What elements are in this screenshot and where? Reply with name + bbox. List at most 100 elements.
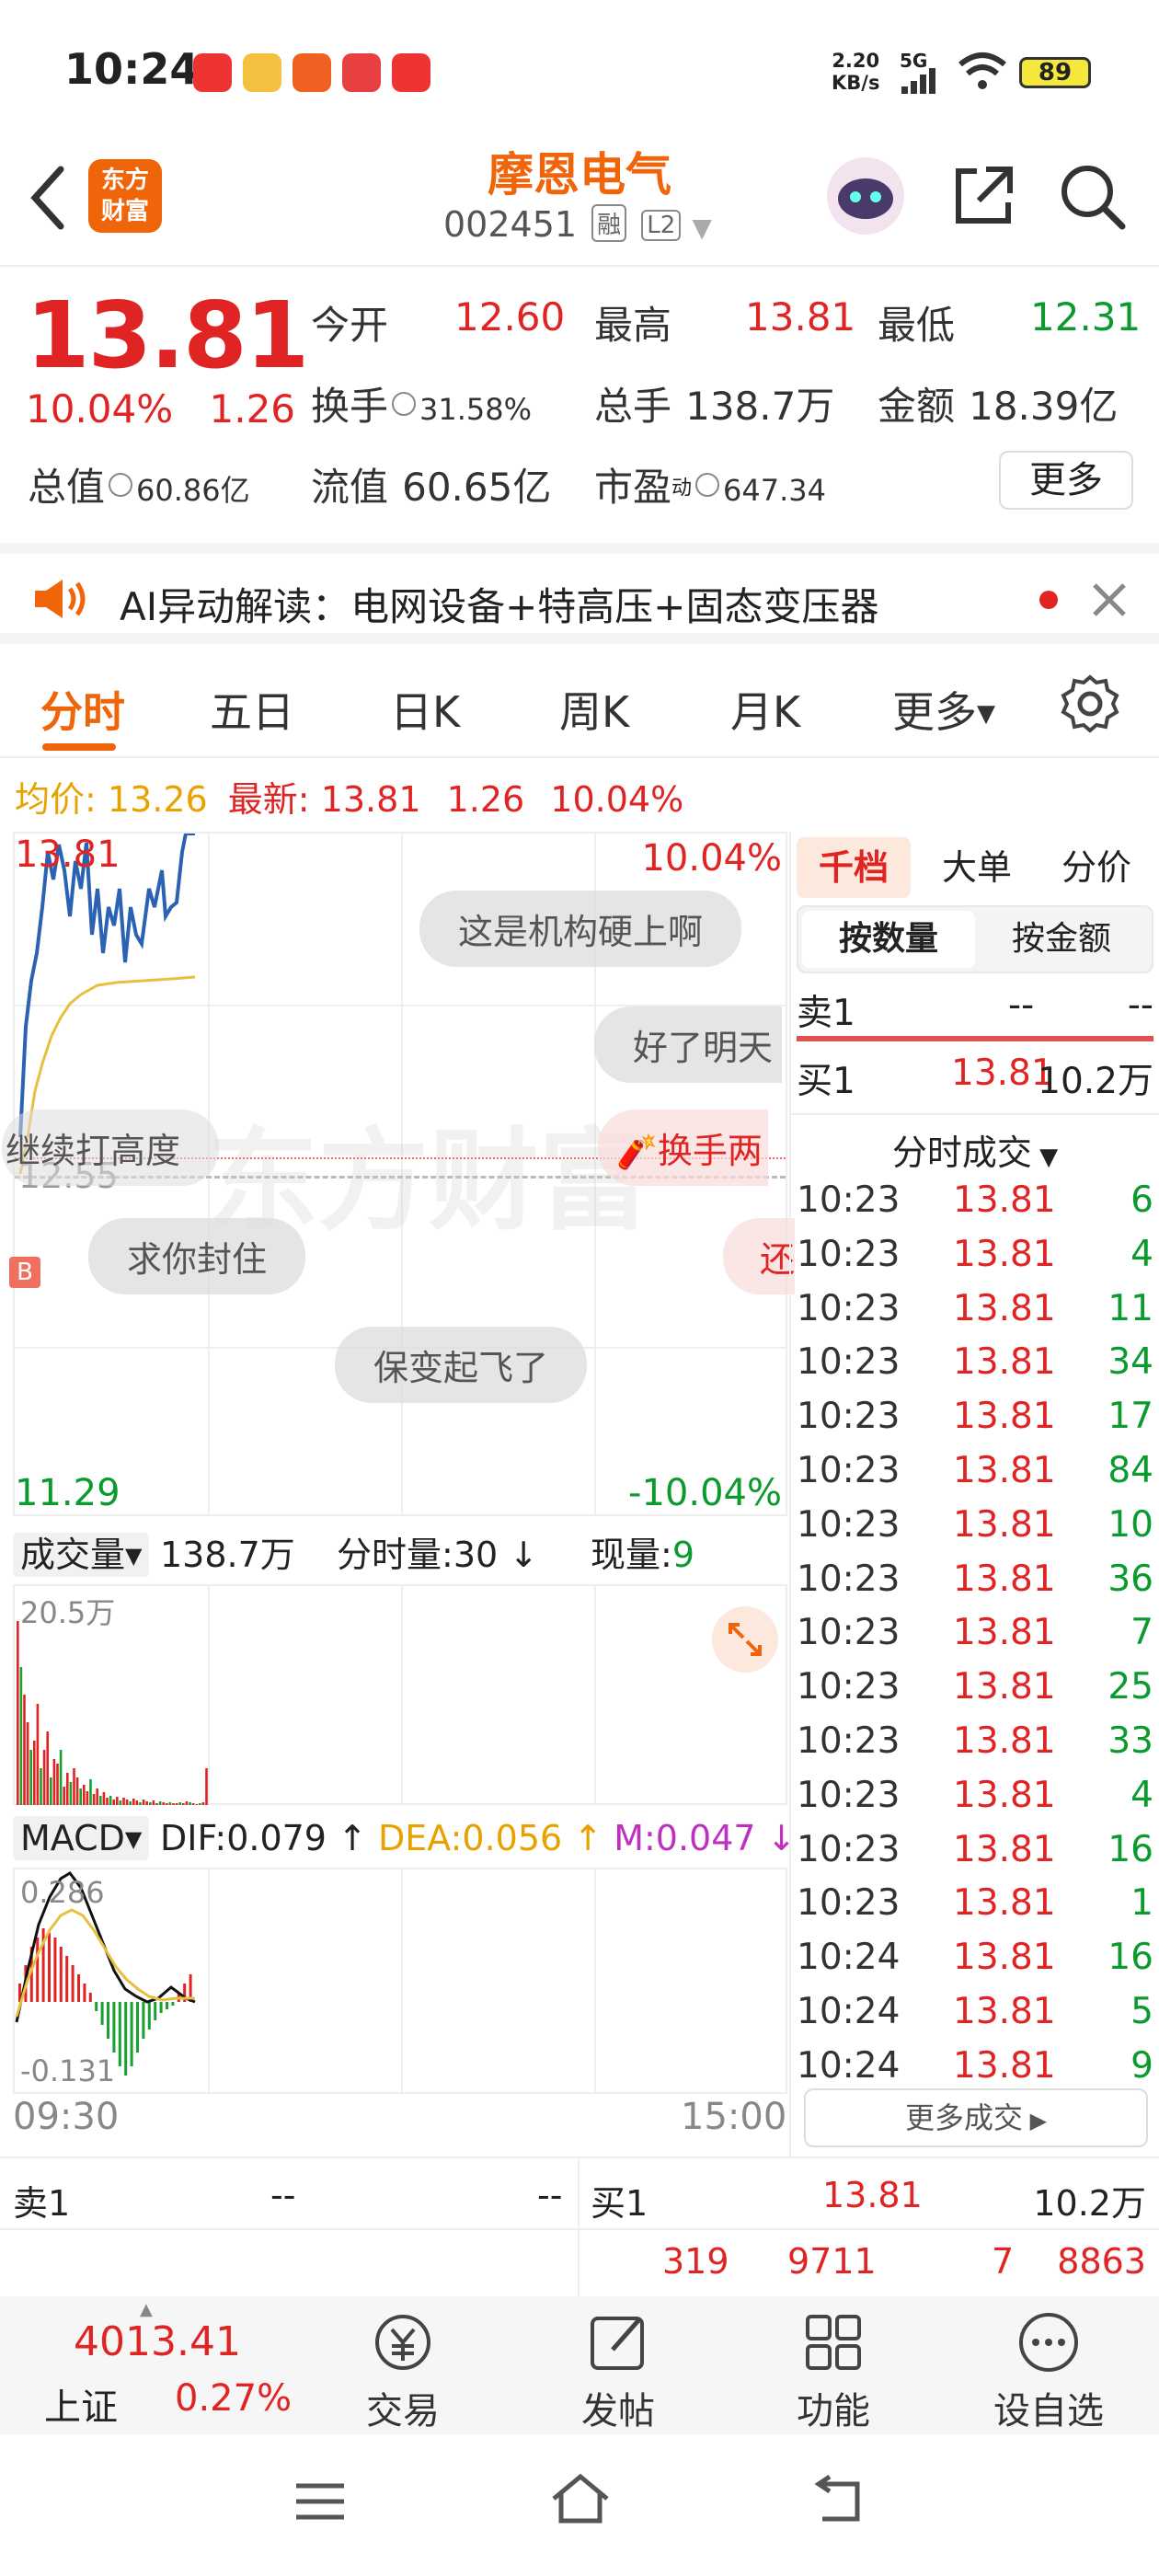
low-label: 最低 xyxy=(878,303,956,348)
tick-volume: 17 xyxy=(1107,1396,1153,1438)
tick-price: 13.81 xyxy=(953,1991,1056,2032)
order-book-panel: 千档 大单 分价 按数量 按金额 卖1 -- -- 买1 13.81 10.2万… xyxy=(789,832,1159,2156)
nav-post[interactable]: 发帖 xyxy=(526,2296,710,2434)
stock-code[interactable]: 002451 融 L2 ▼ xyxy=(443,204,712,245)
tick-time: 10:23 xyxy=(797,1503,901,1546)
float-cap-stat: 流值 60.65亿 xyxy=(311,465,552,510)
settings-gear-icon[interactable] xyxy=(1060,673,1120,734)
volume-bar xyxy=(149,1802,152,1805)
tab-five-day[interactable]: 五日 xyxy=(210,679,294,740)
tab-large-orders[interactable]: 大单 xyxy=(920,837,1034,898)
info-eye-icon xyxy=(392,392,417,416)
macd-indicator-select[interactable]: MACD▼ xyxy=(13,1816,150,1860)
volume-bar xyxy=(182,1803,185,1805)
tick-price: 13.81 xyxy=(953,1233,1056,1275)
volume-bar xyxy=(89,1779,92,1805)
tick-time: 10:23 xyxy=(797,1612,901,1654)
comment-bubble[interactable]: 继续打高度 xyxy=(2,1110,220,1186)
quote-panel: 13.81 10.04% 1.26 今开 12.60 最高 13.81 最低 1… xyxy=(0,269,1159,535)
tab-order-depth[interactable]: 千档 xyxy=(797,837,911,898)
search-icon[interactable] xyxy=(1058,162,1128,232)
tick-row: 10:23 13.81 7 xyxy=(797,1612,1153,1665)
info-eye-icon xyxy=(695,473,720,497)
tab-monthly-k[interactable]: 月K xyxy=(730,679,800,740)
tab-daily-k[interactable]: 日K xyxy=(390,679,460,740)
change-percent: 10.04% xyxy=(26,386,174,431)
volume-bar xyxy=(52,1759,56,1805)
net-speed: 2.20 KB/s xyxy=(832,50,880,94)
tab-weekly-k[interactable]: 周K xyxy=(559,679,629,740)
macd-min-label: -0.131 xyxy=(20,2053,116,2088)
nav-add-watchlist[interactable]: 设自选 xyxy=(957,2296,1141,2434)
stock-header: 东方 财富 摩恩电气 002451 融 L2 ▼ xyxy=(0,138,1159,267)
clock: 10:24 xyxy=(64,44,200,94)
wifi-icon xyxy=(958,52,1006,89)
comment-bubble[interactable]: 还 xyxy=(723,1218,796,1294)
tab-intraday[interactable]: 分时 xyxy=(40,679,125,740)
back-nav-icon[interactable] xyxy=(809,2475,865,2526)
macd-bar xyxy=(159,2002,163,2013)
caret-down-icon: ▼ xyxy=(1031,1144,1059,1171)
trade-yen-icon xyxy=(375,2315,430,2370)
comment-bubble[interactable]: 求你封住 xyxy=(88,1218,306,1294)
buy-marker[interactable]: B xyxy=(9,1257,40,1288)
volume-bar xyxy=(189,1802,191,1805)
pe-stat: 市盈动 647.34 xyxy=(594,465,826,510)
expand-chart-button[interactable] xyxy=(712,1606,778,1673)
volume-bar xyxy=(195,1804,198,1805)
tab-more[interactable]: 更多▼ xyxy=(892,679,995,740)
volume-indicator-select[interactable]: 成交量▼ xyxy=(13,1533,150,1577)
robot-assistant-icon[interactable] xyxy=(824,155,907,237)
volume-bar xyxy=(152,1800,155,1805)
comment-bubble[interactable]: 这是机构硬上啊 xyxy=(419,891,742,967)
tick-list-title[interactable]: 分时成交 ▼ xyxy=(791,1124,1159,1175)
volume-bar xyxy=(162,1802,165,1805)
more-stats-button[interactable]: 更多 xyxy=(999,451,1133,510)
tab-price-distribution[interactable]: 分价 xyxy=(1039,837,1153,898)
share-icon[interactable] xyxy=(949,162,1017,230)
home-icon[interactable] xyxy=(548,2471,613,2526)
volume-bar xyxy=(36,1704,40,1805)
volume-bars xyxy=(17,1621,208,1805)
tick-volume: 4 xyxy=(1130,1233,1153,1275)
tick-price: 13.81 xyxy=(953,1287,1056,1329)
menu-icon[interactable] xyxy=(293,2478,348,2524)
index-ticker[interactable]: ▲ 4013.41 上证 0.27% xyxy=(0,2296,292,2434)
tick-volume: 36 xyxy=(1107,1558,1153,1600)
tick-row: 10:23 13.81 4 xyxy=(797,1234,1153,1287)
margin-tag: 融 xyxy=(591,204,627,242)
segment-by-quantity[interactable]: 按数量 xyxy=(802,911,975,968)
comment-bubble[interactable]: 🧨换手两 xyxy=(598,1110,768,1186)
current-volume: 现量:9 xyxy=(591,1535,694,1575)
more-ticks-button[interactable]: 更多成交 ▶ xyxy=(804,2088,1148,2147)
turnover-stat: 换手 31.58% xyxy=(311,384,533,429)
ai-insight-bar[interactable]: AI异动解读：电网设备+特高压+固态变压器 xyxy=(0,543,1159,644)
macd-bar xyxy=(171,2002,175,2006)
amount-stat: 金额 18.39亿 xyxy=(878,384,1119,429)
volume-total: 138.7万 xyxy=(160,1535,295,1575)
volume-bar xyxy=(119,1800,122,1805)
volume-bar xyxy=(132,1799,135,1805)
macd-bar xyxy=(124,2002,128,2076)
nav-trade[interactable]: 交易 xyxy=(311,2296,495,2434)
comment-bubble[interactable]: 好了明天 xyxy=(594,1006,783,1083)
low-value: 12.31 xyxy=(1030,294,1142,339)
segment-by-amount[interactable]: 按金额 xyxy=(975,911,1148,968)
active-tab-indicator xyxy=(42,743,116,751)
volume-bar xyxy=(106,1798,109,1805)
tick-volume: 11 xyxy=(1107,1287,1153,1329)
nav-functions[interactable]: 功能 xyxy=(741,2296,925,2434)
volume-bar xyxy=(75,1777,79,1805)
app-notification-icon xyxy=(243,53,281,92)
tick-row: 10:23 13.81 10 xyxy=(797,1504,1153,1558)
tick-volume: 16 xyxy=(1107,1828,1153,1870)
tick-row: 10:23 13.81 4 xyxy=(797,1775,1153,1828)
intraday-chart[interactable]: 东方财富 13.81 10.04% 11.29 -10.04% 12.55 B … xyxy=(2,832,796,1516)
volume-bar xyxy=(26,1722,29,1805)
volume-bar xyxy=(116,1797,119,1805)
firecracker-icon: 🧨 xyxy=(616,1133,658,1171)
comment-bubble[interactable]: 保变起飞了 xyxy=(335,1327,588,1403)
tick-price: 13.81 xyxy=(953,1720,1056,1762)
macd-bar xyxy=(142,2002,145,2039)
close-icon[interactable] xyxy=(1091,581,1128,618)
